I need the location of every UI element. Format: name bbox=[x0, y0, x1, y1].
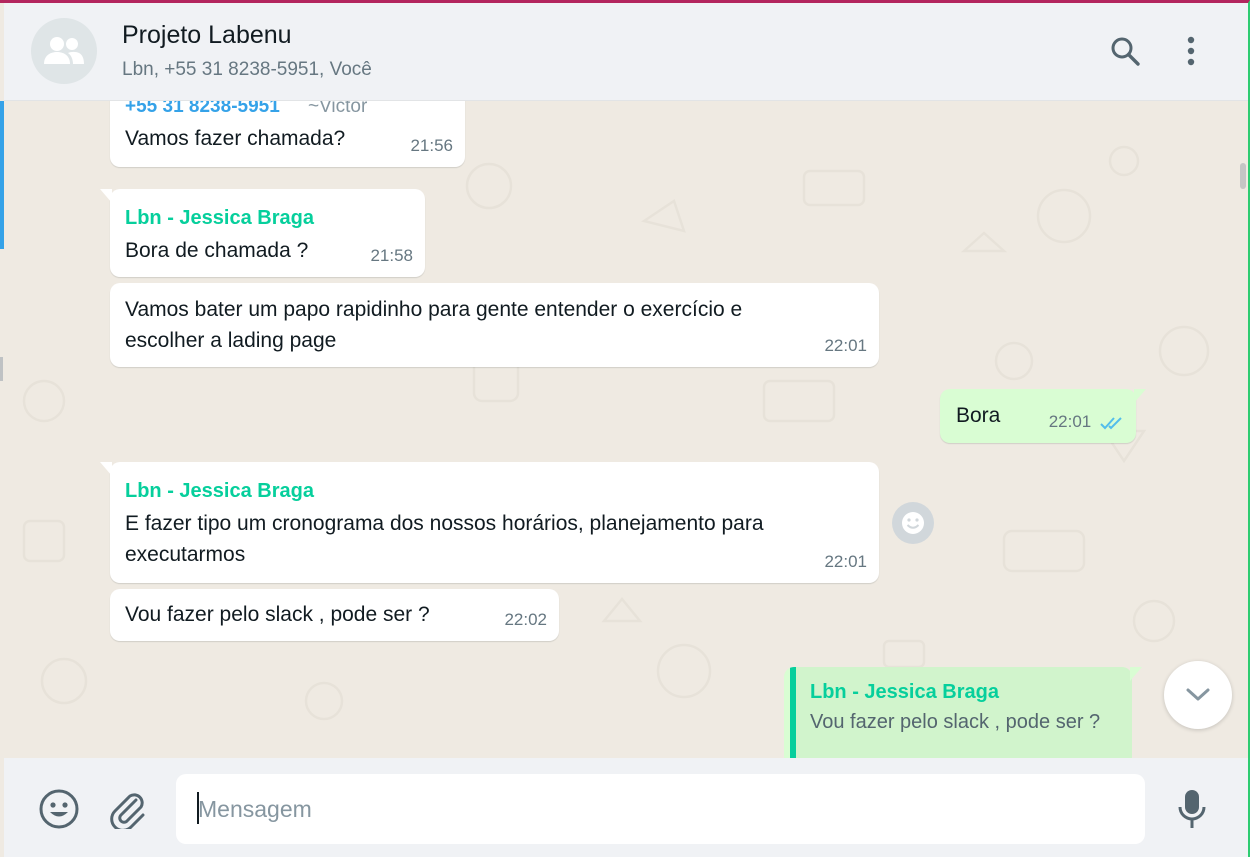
message-text-line: escolher a lading page bbox=[125, 329, 337, 352]
quoted-text: Vou fazer pelo slack , pode ser ? bbox=[810, 711, 1101, 733]
message-text-line: Vamos bater um papo rapidinho para gente… bbox=[125, 298, 743, 321]
voice-message-button[interactable] bbox=[1167, 784, 1217, 834]
message-text: Bora bbox=[956, 404, 1001, 427]
message-composer bbox=[4, 758, 1248, 857]
scroll-to-bottom-button[interactable] bbox=[1164, 661, 1232, 729]
scrollbar-thumb[interactable] bbox=[1240, 163, 1246, 189]
reply-message-bubble[interactable]: Lbn - Jessica Braga Vou fazer pelo slack… bbox=[784, 667, 1132, 758]
message-sender[interactable]: +55 31 8238-5951 bbox=[125, 101, 280, 122]
message-text: Bora de chamada ? bbox=[125, 239, 309, 262]
message-sender-alias: ~Victor bbox=[308, 101, 368, 117]
double-check-icon bbox=[1100, 416, 1122, 429]
message-time: 22:01 bbox=[1048, 412, 1092, 431]
message-bubble[interactable]: +55 31 8238-5951 ~Victor Vamos fazer cha… bbox=[110, 101, 465, 167]
message-bubble[interactable]: Lbn - Jessica Braga Bora de chamada ? 21… bbox=[100, 189, 425, 277]
bubble-tail bbox=[100, 189, 112, 203]
message-bubble[interactable]: Vamos bater um papo rapidinho para gente… bbox=[110, 283, 879, 367]
group-icon bbox=[44, 37, 84, 64]
search-icon bbox=[1111, 37, 1140, 66]
message-sender[interactable]: Lbn - Jessica Braga bbox=[125, 205, 314, 231]
react-button[interactable] bbox=[892, 502, 934, 544]
emoji-icon bbox=[39, 789, 79, 829]
quoted-message[interactable]: Lbn - Jessica Braga Vou fazer pelo slack… bbox=[790, 667, 1132, 758]
microphone-icon bbox=[1178, 790, 1206, 828]
message-time: 21:58 bbox=[370, 246, 413, 265]
menu-button[interactable] bbox=[1173, 33, 1209, 69]
message-text-line: executarmos bbox=[125, 543, 246, 566]
message-sender[interactable]: Lbn - Jessica Braga bbox=[125, 478, 764, 504]
whatsapp-chat-window: Projeto Labenu Lbn, +55 31 8238-5951, Vo… bbox=[0, 0, 1250, 857]
attach-button[interactable] bbox=[102, 784, 152, 834]
bubble-tail bbox=[100, 462, 112, 476]
message-input[interactable] bbox=[176, 774, 1145, 844]
quoted-sender: Lbn - Jessica Braga bbox=[810, 681, 999, 703]
message-time: 21:56 bbox=[410, 136, 453, 155]
message-time-status: 22:01 bbox=[1049, 406, 1124, 437]
group-avatar[interactable] bbox=[31, 18, 97, 84]
bubble-tail bbox=[1134, 389, 1146, 403]
text-cursor bbox=[197, 792, 199, 824]
chat-title[interactable]: Projeto Labenu bbox=[122, 21, 292, 50]
chevron-down-icon bbox=[1186, 688, 1210, 701]
message-bubble[interactable]: Vou fazer pelo slack , pode ser ? 22:02 bbox=[110, 589, 559, 641]
bubble-tail bbox=[1130, 667, 1142, 681]
message-text: Vou fazer pelo slack , pode ser ? bbox=[125, 603, 430, 626]
emoji-icon bbox=[902, 512, 924, 534]
kebab-menu-icon bbox=[1187, 36, 1195, 66]
message-time: 22:01 bbox=[824, 336, 867, 355]
message-list[interactable]: +55 31 8238-5951 ~Victor Vamos fazer cha… bbox=[4, 101, 1248, 758]
message-text: Vamos fazer chamada? bbox=[125, 127, 346, 150]
message-time: 22:02 bbox=[504, 610, 547, 629]
paperclip-icon bbox=[110, 793, 145, 829]
emoji-button[interactable] bbox=[34, 784, 84, 834]
message-bubble-outgoing[interactable]: Bora 22:01 bbox=[940, 389, 1146, 443]
search-button[interactable] bbox=[1107, 33, 1143, 69]
left-edge-marker bbox=[0, 357, 3, 381]
message-time: 22:01 bbox=[824, 552, 867, 571]
message-text-line: E fazer tipo um cronograma dos nossos ho… bbox=[125, 512, 764, 535]
chat-header[interactable]: Projeto Labenu Lbn, +55 31 8238-5951, Vo… bbox=[4, 3, 1248, 101]
chat-participants[interactable]: Lbn, +55 31 8238-5951, Você bbox=[122, 59, 372, 81]
message-bubble[interactable]: Lbn - Jessica Braga E fazer tipo um cron… bbox=[100, 462, 879, 583]
